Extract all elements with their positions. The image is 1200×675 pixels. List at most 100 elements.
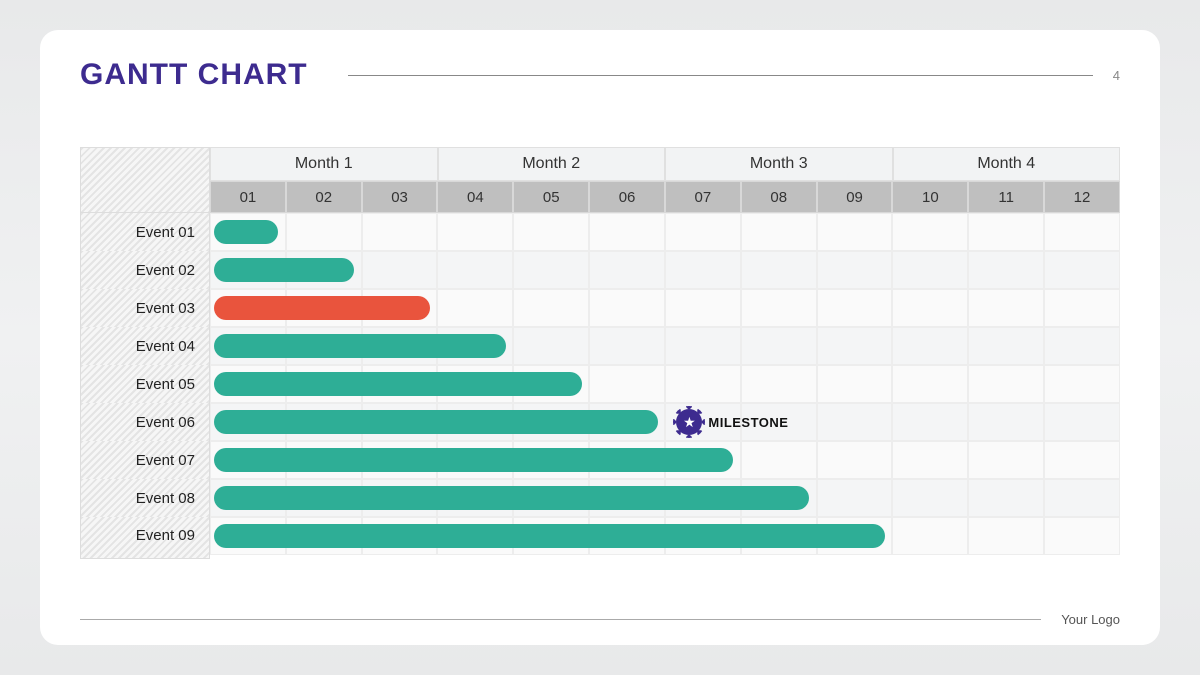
grid-cell (968, 479, 1044, 517)
grid-cell (665, 365, 741, 403)
grid-cell (437, 289, 513, 327)
grid-cell (817, 441, 893, 479)
gantt-bar (214, 486, 809, 510)
grid-cell (513, 251, 589, 289)
grid-cell (892, 327, 968, 365)
gantt-bar (214, 296, 430, 320)
gantt-row (210, 251, 1120, 289)
footer-divider (80, 619, 1041, 620)
week-header-row: 01 02 03 04 05 06 07 08 09 10 11 12 (210, 181, 1120, 213)
page-number: 4 (1113, 68, 1120, 83)
grid-cell (286, 213, 362, 251)
grid-cell (665, 289, 741, 327)
milestone-label: MILESTONE (708, 415, 788, 430)
gantt-row (210, 213, 1120, 251)
week-header: 04 (437, 181, 513, 213)
grid-cell (741, 251, 817, 289)
grid-cell (817, 479, 893, 517)
gantt-bar (214, 372, 582, 396)
row-label: Event 09 (80, 517, 210, 559)
header: GANTT CHART 4 (80, 58, 1120, 92)
grid-cell (1044, 327, 1120, 365)
grid-cell (968, 441, 1044, 479)
grid-cell (513, 327, 589, 365)
gantt-row: ★ MILESTONE (210, 403, 1120, 441)
grid-cell (362, 251, 438, 289)
grid-cell (892, 517, 968, 555)
star-icon: ★ (683, 414, 696, 431)
grid-cell (741, 441, 817, 479)
month-header: Month 2 (438, 147, 666, 181)
grid-cell (589, 251, 665, 289)
grid-cell (1044, 289, 1120, 327)
slide: GANTT CHART 4 Event 01 Event 02 Event 03… (40, 30, 1160, 645)
gantt-row (210, 289, 1120, 327)
grid-cell (665, 213, 741, 251)
week-header: 10 (892, 181, 968, 213)
grid-cell (892, 251, 968, 289)
grid-cell (968, 517, 1044, 555)
gantt-row (210, 517, 1120, 555)
grid-cell (817, 327, 893, 365)
data-rows: ★ MILESTONE (210, 213, 1120, 555)
chart-grid: Month 1 Month 2 Month 3 Month 4 01 02 03… (210, 147, 1120, 559)
grid-cell (968, 213, 1044, 251)
grid-cell (968, 365, 1044, 403)
grid-cell (892, 441, 968, 479)
row-label: Event 01 (80, 213, 210, 251)
gantt-bar (214, 448, 733, 472)
grid-cell (1044, 403, 1120, 441)
grid-cell (589, 327, 665, 365)
gantt-row (210, 441, 1120, 479)
row-label: Event 05 (80, 365, 210, 403)
grid-cell (741, 327, 817, 365)
gantt-bar (214, 334, 506, 358)
row-label: Event 08 (80, 479, 210, 517)
week-header: 09 (817, 181, 893, 213)
gantt-bar (214, 524, 885, 548)
grid-cell (1044, 479, 1120, 517)
row-label: Event 04 (80, 327, 210, 365)
grid-cell (741, 365, 817, 403)
footer-logo-text: Your Logo (1061, 612, 1120, 627)
grid-cell (892, 403, 968, 441)
grid-cell (968, 289, 1044, 327)
month-header-row: Month 1 Month 2 Month 3 Month 4 (210, 147, 1120, 181)
week-header: 11 (968, 181, 1044, 213)
gantt-row (210, 327, 1120, 365)
grid-cell (1044, 365, 1120, 403)
grid-cell (1044, 213, 1120, 251)
grid-cell (589, 213, 665, 251)
grid-cell (589, 289, 665, 327)
grid-cell (1044, 251, 1120, 289)
corner-cell (80, 147, 210, 213)
grid-cell (437, 213, 513, 251)
grid-cell (968, 403, 1044, 441)
grid-cell (892, 213, 968, 251)
week-header: 01 (210, 181, 286, 213)
grid-cell (817, 403, 893, 441)
page-title: GANTT CHART (80, 58, 308, 92)
week-header: 07 (665, 181, 741, 213)
grid-cell (513, 289, 589, 327)
header-divider (348, 75, 1093, 76)
grid-cell (817, 365, 893, 403)
milestone-badge-icon: ★ (676, 409, 702, 435)
week-header: 03 (362, 181, 438, 213)
grid-cell (892, 365, 968, 403)
grid-cell (1044, 441, 1120, 479)
gantt-chart: Event 01 Event 02 Event 03 Event 04 Even… (80, 147, 1120, 559)
month-header: Month 1 (210, 147, 438, 181)
week-header: 02 (286, 181, 362, 213)
grid-cell (968, 251, 1044, 289)
grid-cell (513, 213, 589, 251)
grid-cell (741, 289, 817, 327)
grid-cell (968, 327, 1044, 365)
row-label: Event 02 (80, 251, 210, 289)
month-header: Month 3 (665, 147, 893, 181)
row-label: Event 03 (80, 289, 210, 327)
grid-cell (362, 213, 438, 251)
grid-cell (665, 251, 741, 289)
grid-cell (892, 289, 968, 327)
grid-cell (665, 327, 741, 365)
